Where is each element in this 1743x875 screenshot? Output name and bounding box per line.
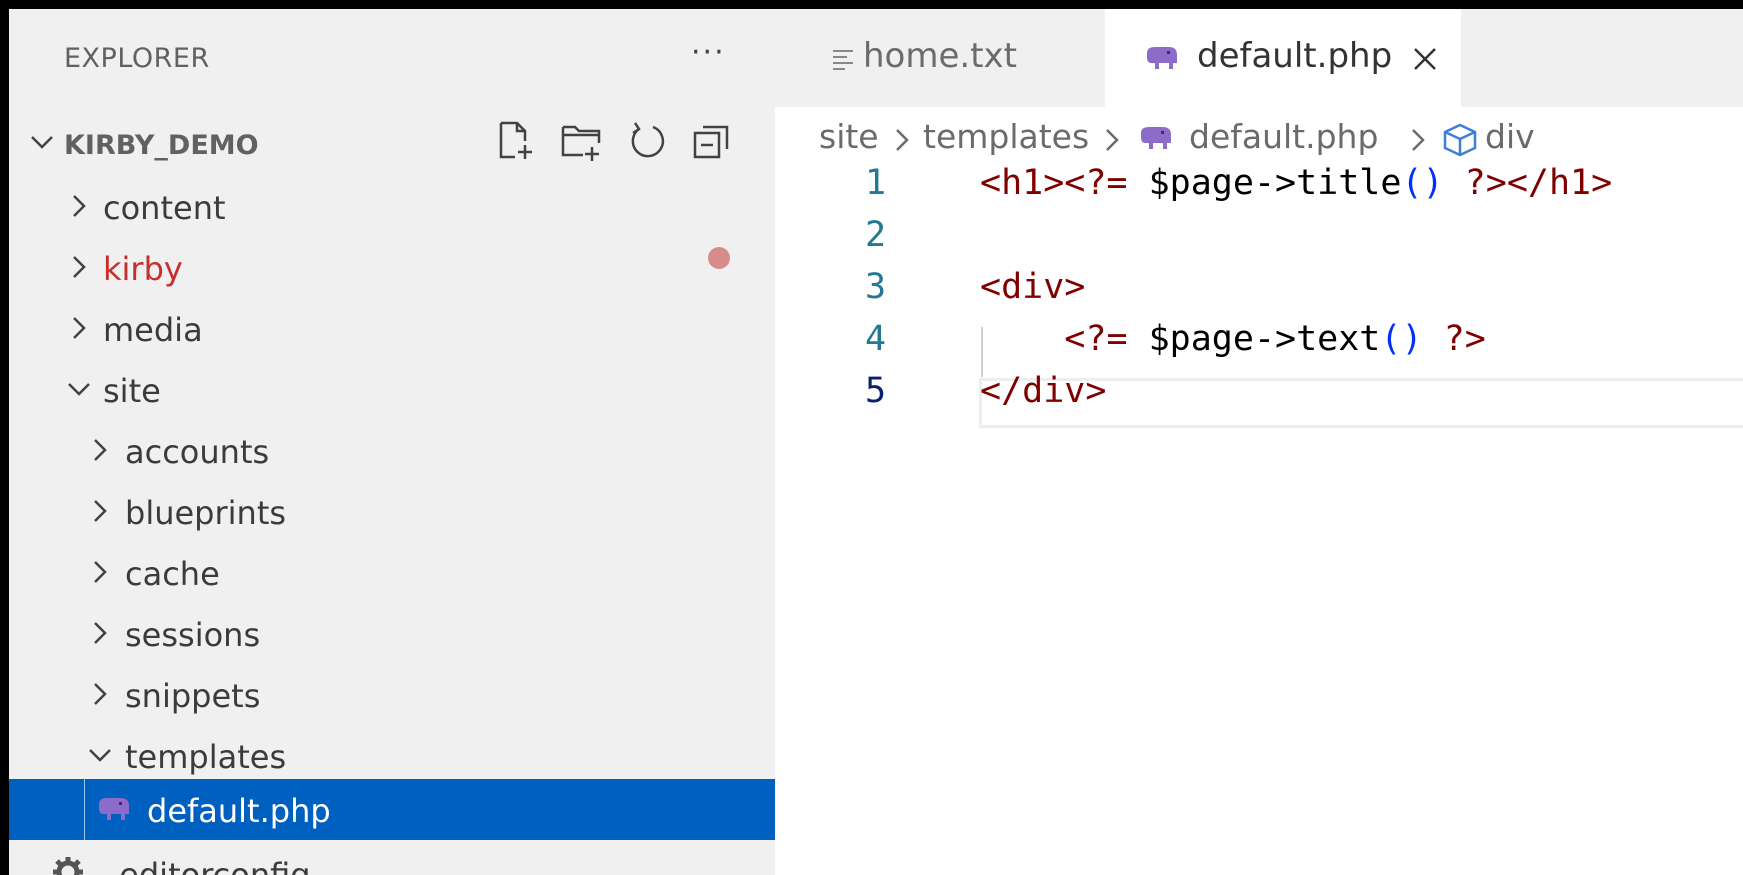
editor-area: home.txt default.php site templates defa… — [775, 9, 1743, 875]
new-file-icon[interactable] — [495, 119, 539, 163]
code-token: <?= — [1064, 319, 1128, 359]
close-icon[interactable] — [1411, 45, 1439, 73]
text-file-icon — [833, 50, 853, 70]
chevron-right-icon — [896, 129, 909, 151]
explorer-title: EXPLORER — [64, 43, 210, 74]
tab-label: default.php — [1197, 36, 1393, 76]
line-number: 2 — [865, 215, 887, 255]
tree-item-default-php[interactable]: default.php — [9, 779, 775, 840]
tab-bar: home.txt default.php — [775, 9, 1743, 107]
code-token: ?></h1> — [1443, 163, 1613, 203]
tree-item-label: blueprints — [125, 494, 287, 532]
code-text: <?= $page->text() ?> — [980, 319, 1486, 359]
php-elephant-icon — [99, 798, 129, 820]
tab-home-txt[interactable]: home.txt — [775, 9, 1105, 107]
tree-item-editorconfig[interactable]: .editorconfig — [9, 843, 775, 875]
code-token: $page->text — [1127, 319, 1381, 359]
chevron-right-icon — [94, 561, 107, 583]
explorer-sidebar: EXPLORER ··· KIRBY_DEMO content kirby me… — [9, 9, 775, 875]
chevron-right-icon — [94, 622, 107, 644]
tree-item-label: default.php — [147, 792, 331, 830]
line-number: 4 — [865, 319, 887, 359]
line-number: 1 — [865, 163, 887, 203]
code-text: </div> — [980, 371, 1106, 411]
tree-item-label: .editorconfig — [109, 856, 311, 875]
tree-item-label: media — [103, 311, 203, 349]
tree-item-label: content — [103, 189, 226, 227]
tree-item-templates[interactable]: templates — [9, 725, 775, 786]
tree-item-content[interactable]: content — [9, 176, 775, 237]
line-number: 3 — [865, 267, 887, 307]
code-text: <h1><?= $page->title() ?></h1> — [980, 163, 1612, 203]
chevron-right-icon — [94, 500, 107, 522]
tree-item-label: accounts — [125, 433, 270, 471]
tree-item-sessions[interactable]: sessions — [9, 603, 775, 664]
code-line[interactable]: 2 — [775, 209, 1743, 259]
chevron-right-icon — [73, 317, 86, 339]
tree-item-label: cache — [125, 555, 220, 593]
chevron-down-icon — [89, 749, 111, 762]
tree-item-label: sessions — [125, 616, 261, 654]
more-actions-icon[interactable]: ··· — [691, 35, 726, 70]
code-token: () — [1401, 163, 1444, 203]
tree-item-cache[interactable]: cache — [9, 542, 775, 603]
code-token: ?> — [1422, 319, 1486, 359]
code-text: <div> — [980, 267, 1085, 307]
chevron-right-icon — [94, 683, 107, 705]
code-token: <div> — [980, 267, 1086, 307]
chevron-down-icon — [31, 136, 53, 149]
chevron-right-icon — [73, 195, 86, 217]
chevron-right-icon — [73, 256, 86, 278]
line-number: 5 — [865, 371, 887, 411]
tab-default-php[interactable]: default.php — [1105, 9, 1461, 107]
code-line[interactable]: 1 <h1><?= $page->title() ?></h1> — [775, 157, 1743, 207]
refresh-icon[interactable] — [625, 119, 669, 163]
tree-item-label: kirby — [103, 250, 183, 288]
tab-label: home.txt — [863, 36, 1017, 76]
new-folder-icon[interactable] — [559, 119, 603, 163]
tree-indent-guide — [84, 779, 85, 840]
code-token: <h1><?= — [980, 163, 1128, 203]
breadcrumb-item[interactable]: templates — [923, 117, 1089, 156]
php-elephant-icon — [1141, 127, 1171, 149]
breadcrumb-item[interactable]: default.php — [1189, 117, 1378, 156]
chevron-right-icon — [94, 439, 107, 461]
chevron-right-icon — [1412, 129, 1425, 151]
vscode-window: EXPLORER ··· KIRBY_DEMO content kirby me… — [9, 9, 1743, 875]
code-line[interactable]: 4 <?= $page->text() ?> — [775, 313, 1743, 363]
gear-icon — [53, 857, 83, 875]
breadcrumb-item[interactable]: div — [1485, 117, 1535, 156]
tree-item-blueprints[interactable]: blueprints — [9, 481, 775, 542]
breadcrumb-item[interactable]: site — [819, 117, 879, 156]
tree-item-media[interactable]: media — [9, 298, 775, 359]
collapse-all-icon[interactable] — [691, 119, 735, 163]
code-token: () — [1380, 319, 1423, 359]
tree-item-label: snippets — [125, 677, 261, 715]
tree-item-label: templates — [125, 738, 287, 776]
cube-symbol-icon — [1443, 123, 1477, 157]
tree-item-kirby[interactable]: kirby — [9, 237, 775, 298]
chevron-down-icon — [68, 383, 90, 396]
code-line[interactable]: 5 </div> — [775, 365, 1743, 415]
workspace-root-label: KIRBY_DEMO — [64, 130, 259, 161]
modified-indicator — [708, 247, 730, 269]
code-token: </div> — [980, 371, 1107, 411]
tree-item-accounts[interactable]: accounts — [9, 420, 775, 481]
tree-item-site[interactable]: site — [9, 359, 775, 420]
tree-item-snippets[interactable]: snippets — [9, 664, 775, 725]
code-line[interactable]: 3 <div> — [775, 261, 1743, 311]
php-elephant-icon — [1147, 47, 1177, 69]
tree-item-label: site — [103, 372, 161, 410]
code-token: $page->title — [1127, 163, 1402, 203]
chevron-right-icon — [1106, 129, 1119, 151]
